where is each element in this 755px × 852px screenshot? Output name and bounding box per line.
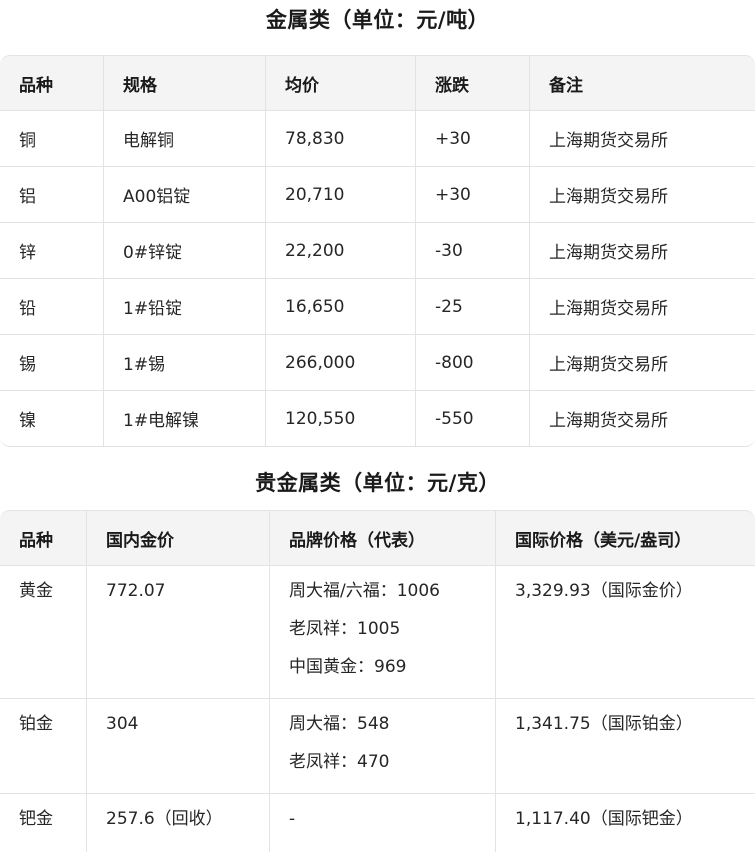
table-row: 黄金 772.07 周大福/六福：1006 老凤祥：1005 中国黄金：969 … bbox=[0, 566, 755, 699]
cell-variety: 镍 bbox=[0, 391, 104, 447]
cell-note: 上海期货交易所 bbox=[530, 335, 755, 391]
cell-brand-price: 周大福：548 老凤祥：470 bbox=[270, 699, 496, 794]
metals-section-title: 金属类（单位：元/吨） bbox=[265, 8, 490, 32]
column-header-spec: 规格 bbox=[104, 55, 266, 111]
cell-note: 上海期货交易所 bbox=[530, 111, 755, 167]
table-row: 铜 电解铜 78,830 +30 上海期货交易所 bbox=[0, 111, 755, 167]
brand-price-line: 中国黄金：969 bbox=[289, 657, 407, 677]
table-row: 铂金 304 周大福：548 老凤祥：470 1,341.75（国际铂金） bbox=[0, 699, 755, 794]
cell-avg-price: 120,550 bbox=[266, 391, 416, 447]
cell-spec: 电解铜 bbox=[104, 111, 266, 167]
cell-variety: 黄金 bbox=[0, 566, 87, 699]
cell-note: 上海期货交易所 bbox=[530, 167, 755, 223]
cell-domestic-price: 257.6（回收） bbox=[87, 794, 270, 852]
cell-note: 上海期货交易所 bbox=[530, 391, 755, 447]
table-row: 锌 0#锌锭 22,200 -30 上海期货交易所 bbox=[0, 223, 755, 279]
column-header-international-price: 国际价格（美元/盎司） bbox=[496, 510, 755, 566]
cell-spec: 1#电解镍 bbox=[104, 391, 266, 447]
brand-price-line: 周大福/六福：1006 bbox=[289, 581, 440, 601]
table-row: 铝 A00铝锭 20,710 +30 上海期货交易所 bbox=[0, 167, 755, 223]
cell-text: 黄金 bbox=[19, 581, 53, 601]
cell-avg-price: 16,650 bbox=[266, 279, 416, 335]
cell-change: +30 bbox=[416, 111, 530, 167]
column-header-avg-price: 均价 bbox=[266, 55, 416, 111]
brand-price-line: 老凤祥：470 bbox=[289, 752, 390, 772]
cell-text: 1,117.40（国际钯金） bbox=[515, 809, 693, 829]
cell-domestic-price: 304 bbox=[87, 699, 270, 794]
cell-note: 上海期货交易所 bbox=[530, 279, 755, 335]
cell-avg-price: 78,830 bbox=[266, 111, 416, 167]
cell-avg-price: 22,200 bbox=[266, 223, 416, 279]
column-header-change: 涨跌 bbox=[416, 55, 530, 111]
cell-text: 304 bbox=[106, 714, 139, 734]
cell-text: 1,341.75（国际铂金） bbox=[515, 714, 693, 734]
cell-change: +30 bbox=[416, 167, 530, 223]
cell-spec: 0#锌锭 bbox=[104, 223, 266, 279]
cell-spec: A00铝锭 bbox=[104, 167, 266, 223]
table-header-row: 品种 规格 均价 涨跌 备注 bbox=[0, 55, 755, 111]
table-row: 铅 1#铅锭 16,650 -25 上海期货交易所 bbox=[0, 279, 755, 335]
table-row: 锡 1#锡 266,000 -800 上海期货交易所 bbox=[0, 335, 755, 391]
cell-variety: 锌 bbox=[0, 223, 104, 279]
cell-text: 3,329.93（国际金价） bbox=[515, 581, 693, 601]
cell-international-price: 1,117.40（国际钯金） bbox=[496, 794, 755, 852]
cell-note: 上海期货交易所 bbox=[530, 223, 755, 279]
cell-text: 772.07 bbox=[106, 581, 166, 601]
precious-section-title: 贵金属类（单位：元/克） bbox=[255, 471, 500, 495]
cell-international-price: 1,341.75（国际铂金） bbox=[496, 699, 755, 794]
table-header-row: 品种 国内金价 品牌价格（代表） 国际价格（美元/盎司） bbox=[0, 510, 755, 566]
brand-price-line: - bbox=[289, 809, 296, 829]
cell-spec: 1#铅锭 bbox=[104, 279, 266, 335]
cell-brand-price: 周大福/六福：1006 老凤祥：1005 中国黄金：969 bbox=[270, 566, 496, 699]
column-header-variety: 品种 bbox=[0, 510, 87, 566]
cell-change: -550 bbox=[416, 391, 530, 447]
cell-variety: 钯金 bbox=[0, 794, 87, 852]
brand-price-line: 周大福：548 bbox=[289, 714, 390, 734]
cell-change: -800 bbox=[416, 335, 530, 391]
cell-text: 铂金 bbox=[19, 714, 53, 734]
cell-brand-price: - bbox=[270, 794, 496, 852]
precious-price-table: 品种 国内金价 品牌价格（代表） 国际价格（美元/盎司） 黄金 772.07 周… bbox=[0, 510, 755, 852]
cell-avg-price: 20,710 bbox=[266, 167, 416, 223]
cell-variety: 铂金 bbox=[0, 699, 87, 794]
cell-text: 257.6（回收） bbox=[106, 809, 223, 829]
column-header-brand-price: 品牌价格（代表） bbox=[270, 510, 496, 566]
metals-price-table: 品种 规格 均价 涨跌 备注 铜 电解铜 78,830 +30 上海期货交易所 … bbox=[0, 55, 755, 447]
cell-text: 钯金 bbox=[19, 809, 53, 829]
cell-variety: 铝 bbox=[0, 167, 104, 223]
cell-international-price: 3,329.93（国际金价） bbox=[496, 566, 755, 699]
brand-price-line: 老凤祥：1005 bbox=[289, 619, 401, 639]
cell-change: -25 bbox=[416, 279, 530, 335]
cell-variety: 铜 bbox=[0, 111, 104, 167]
cell-variety: 锡 bbox=[0, 335, 104, 391]
table-row: 钯金 257.6（回收） - 1,117.40（国际钯金） bbox=[0, 794, 755, 852]
cell-variety: 铅 bbox=[0, 279, 104, 335]
cell-domestic-price: 772.07 bbox=[87, 566, 270, 699]
cell-avg-price: 266,000 bbox=[266, 335, 416, 391]
table-row: 镍 1#电解镍 120,550 -550 上海期货交易所 bbox=[0, 391, 755, 447]
cell-change: -30 bbox=[416, 223, 530, 279]
cell-spec: 1#锡 bbox=[104, 335, 266, 391]
column-header-domestic-price: 国内金价 bbox=[87, 510, 270, 566]
column-header-variety: 品种 bbox=[0, 55, 104, 111]
column-header-note: 备注 bbox=[530, 55, 755, 111]
